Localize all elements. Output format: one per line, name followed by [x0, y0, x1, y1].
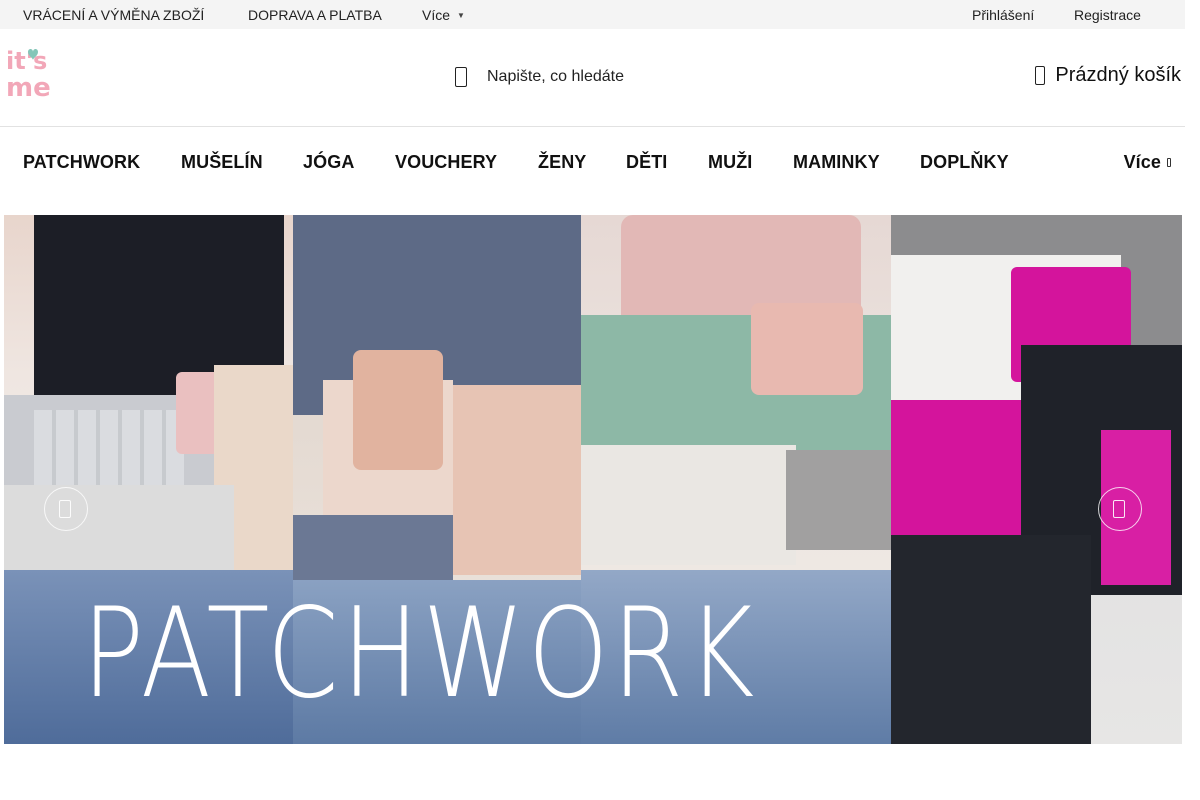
site-logo[interactable]: it's me [6, 45, 62, 103]
chevron-down-icon: ▼ [457, 11, 465, 20]
nav-item-joga[interactable]: JÓGA [303, 152, 354, 173]
logo-text-bottom: me [6, 73, 51, 101]
link-shipping-payment[interactable]: DOPRAVA A PLATBA [248, 7, 382, 23]
chevron-right-icon [1113, 500, 1125, 518]
nav-item-deti[interactable]: DĚTI [626, 152, 667, 173]
nav-item-doplnky[interactable]: DOPLŇKY [920, 152, 1009, 173]
logo-image: it's me [6, 47, 51, 103]
link-returns[interactable]: VRÁCENÍ A VÝMĚNA ZBOŽÍ [23, 7, 204, 23]
nav-item-muzi[interactable]: MUŽI [708, 152, 752, 173]
register-link[interactable]: Registrace [1074, 7, 1141, 23]
nav-item-zeny[interactable]: ŽENY [538, 152, 586, 173]
nav-item-patchwork[interactable]: PATCHWORK [23, 152, 140, 173]
search-field[interactable]: Napište, co hledáte [455, 65, 624, 89]
nav-more-label: Více [1123, 152, 1161, 172]
cart-button[interactable]: Prázdný košík [1035, 64, 1181, 87]
search-placeholder: Napište, co hledáte [487, 68, 624, 85]
nav-item-maminky[interactable]: MAMINKY [793, 152, 880, 173]
carousel-next-button[interactable] [1098, 487, 1142, 531]
hero-photo-4 [891, 215, 1182, 744]
main-navigation: PATCHWORK MUŠELÍN JÓGA VOUCHERY ŽENY DĚT… [0, 127, 1185, 215]
nav-item-muselin[interactable]: MUŠELÍN [181, 152, 263, 173]
more-label: Více [422, 7, 451, 23]
link-more-top[interactable]: Více ▼ [422, 7, 465, 24]
site-header: it's me Napište, co hledáte Prázdný koší… [0, 29, 1185, 127]
hero-banner[interactable]: PATCHWORK [4, 215, 1182, 744]
login-link[interactable]: Přihlášení [972, 7, 1034, 23]
chevron-left-icon [59, 500, 71, 518]
carousel-prev-button[interactable] [44, 487, 88, 531]
hero-title: PATCHWORK [82, 582, 758, 726]
cart-icon [1035, 66, 1046, 85]
nav-more[interactable]: Více [1124, 152, 1171, 173]
search-icon[interactable] [455, 67, 467, 87]
chevron-down-icon [1167, 158, 1171, 167]
logo-text-top: it's [6, 47, 47, 75]
top-utility-bar: VRÁCENÍ A VÝMĚNA ZBOŽÍ DOPRAVA A PLATBA … [0, 0, 1185, 29]
cart-label: Prázdný košík [1055, 64, 1181, 86]
nav-item-vouchery[interactable]: VOUCHERY [395, 152, 497, 173]
